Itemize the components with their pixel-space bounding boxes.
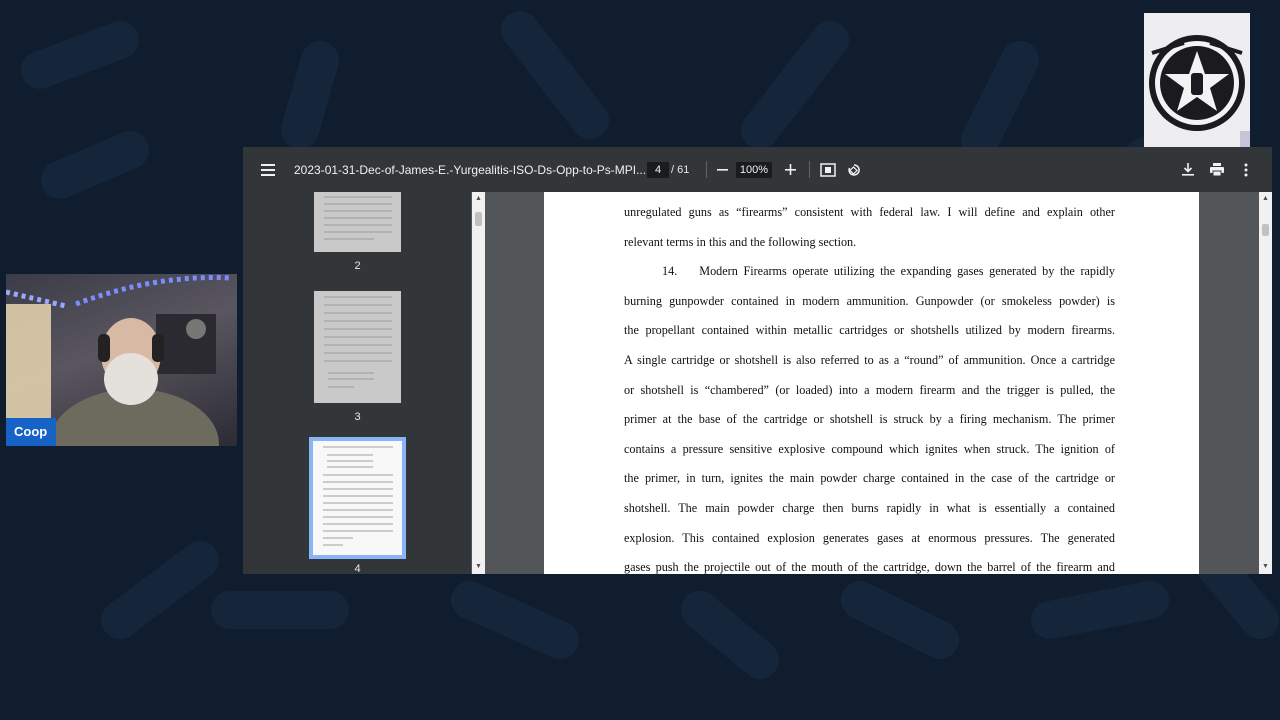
text-line: shotshell. The main powder charge then b… [624,500,1115,515]
document-title: 2023-01-31-Dec-of-James-E.-Yurgealitis-I… [294,162,650,177]
page-number-input[interactable]: 4 [647,162,669,178]
text-line: A single cartridge or shotshell is also … [624,352,1115,367]
zoom-out-button[interactable] [709,147,735,192]
text-line: the primer, in turn, ignites the main po… [624,471,1115,486]
plus-icon [784,164,796,175]
page-thumbnail-current[interactable] [313,441,402,555]
print-icon [1210,163,1224,176]
scroll-up-icon[interactable]: ▲ [1261,195,1270,203]
text-line: explosion. This contained explosion gene… [624,530,1115,545]
page-thumbnail[interactable] [314,192,401,252]
thumbnail-label: 4 [354,563,361,574]
star-skull-logo-icon [1149,35,1250,154]
thumbnail-label: 2 [354,260,361,272]
scroll-down-icon[interactable]: ▼ [474,563,483,571]
zoom-input[interactable]: 100% [736,162,772,178]
toolbar-divider [706,161,707,178]
fit-page-button[interactable] [815,147,841,192]
menu-button[interactable] [255,147,281,192]
download-button[interactable] [1175,147,1201,192]
text-line: burning gunpowder contained in modern am… [624,293,1115,308]
print-button[interactable] [1204,147,1230,192]
page-thumbnail[interactable] [314,291,401,403]
text-line: unregulated guns as “firearms” consisten… [624,205,1115,219]
toolbar-divider [809,161,810,178]
download-icon [1182,163,1194,176]
document-scrollbar[interactable]: ▲ ▼ [1259,192,1272,574]
channel-logo [1144,13,1250,154]
text-line: Modern Firearms operate utilizing the ex… [699,264,1115,279]
paragraph-number: 14. [662,264,678,279]
rotate-button[interactable] [841,147,867,192]
text-line: the propellant contained within metallic… [624,323,1115,338]
page-total: / 61 [671,163,690,176]
pdf-viewer: 2023-01-31-Dec-of-James-E.-Yurgealitis-I… [243,147,1272,574]
scroll-down-icon[interactable]: ▼ [1261,563,1270,571]
pdf-page: unregulated guns as “firearms” consisten… [544,192,1199,574]
thumbnail-text-lines [324,196,392,240]
thumbnail-label: 3 [354,411,361,423]
document-text: unregulated guns as “firearms” consisten… [624,198,1115,574]
more-options-button[interactable] [1233,147,1259,192]
text-line: primer at the base of the cartridge or s… [624,412,1115,427]
webcam-feed: Coop [6,274,237,446]
scrollbar-thumb[interactable] [1262,224,1269,236]
thumbnail-text-lines [324,296,392,388]
text-line: relevant terms in this and the following… [624,234,857,249]
thumbnail-text-lines [323,446,393,546]
fit-page-icon [820,162,836,177]
thumbnail-sidebar: 2 3 4 [243,192,471,574]
text-line: gases push the projectile out of the mou… [624,560,1115,574]
pdf-toolbar: 2023-01-31-Dec-of-James-E.-Yurgealitis-I… [243,147,1272,192]
paragraph-start-line: 14. Modern Firearms operate utilizing the… [624,257,1115,287]
more-vert-icon [1244,163,1248,176]
text-line: or shotshell is “chambered” (or loaded) … [624,382,1115,397]
rotate-icon [848,163,860,176]
minus-icon [716,169,728,171]
zoom-in-button[interactable] [777,147,803,192]
scroll-up-icon[interactable]: ▲ [474,195,483,203]
scrollbar-thumb[interactable] [475,212,482,226]
thumbnail-scrollbar[interactable]: ▲ ▼ [472,192,485,574]
text-line: contains a pressure sensitive explosive … [624,441,1115,456]
menu-icon [261,163,275,176]
participant-name-badge: Coop [6,418,56,446]
